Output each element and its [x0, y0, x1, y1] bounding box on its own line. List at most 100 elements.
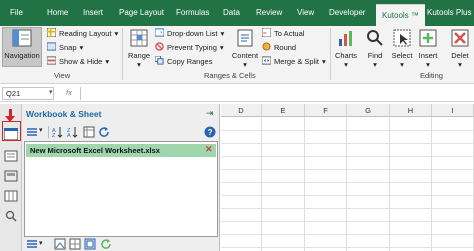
column-header-f[interactable]: F [305, 104, 347, 117]
dropdown-arrow-icon: ▾ [400, 60, 404, 69]
tab-developer[interactable]: Developer [329, 0, 365, 26]
charts-button[interactable]: Charts ▾ [333, 27, 359, 69]
list-view-icon[interactable] [26, 126, 38, 138]
column-list-icon[interactable] [4, 190, 18, 202]
ribbon: Navigation Reading Layout ▾ Snap ▾ Show & … [0, 26, 474, 84]
dropdown-arrow-icon: ▾ [373, 60, 377, 69]
charts-icon [339, 31, 352, 46]
column-header-h[interactable]: H [390, 104, 432, 117]
snap-icon [47, 42, 56, 51]
show-hide-icon [47, 56, 56, 65]
reading-layout-button[interactable]: Reading Layout ▾ [47, 28, 118, 40]
select-icon [393, 29, 411, 47]
grid-line [389, 117, 390, 251]
delete-button[interactable]: Delet ▾ [446, 27, 474, 69]
round-icon [262, 42, 271, 51]
dropdown-arrow-icon: ▾ [220, 29, 225, 38]
copy-ranges-icon [155, 56, 164, 65]
dropdown-arrow-icon: ▾ [114, 29, 119, 38]
merge-split-button[interactable]: Merge & Split ▾ [262, 56, 326, 68]
list-view-dropdown-icon[interactable]: ▾ [39, 126, 43, 134]
svg-text:?: ? [208, 128, 213, 137]
navigation-button[interactable]: Navigation [2, 27, 42, 60]
tab-review[interactable]: Review [256, 0, 282, 26]
content-icon [237, 29, 253, 47]
insert-button[interactable]: Insert ▾ [416, 27, 440, 69]
group-divider [122, 28, 123, 80]
workbook-list-item[interactable]: New Microsoft Excel Worksheet.xlsx ✕ [26, 144, 216, 157]
insert-label: Insert [418, 51, 438, 60]
delete-label: Delet [451, 51, 469, 60]
delete-icon [451, 29, 469, 47]
column-header-i[interactable]: I [432, 104, 474, 117]
dropdown-list-label: Drop-down List [167, 29, 218, 38]
sheet-preview-icon[interactable] [84, 238, 96, 250]
select-button[interactable]: Select ▾ [390, 27, 414, 69]
tab-page-layout[interactable]: Page Layout [119, 0, 164, 26]
show-hide-label: Show & Hide [59, 57, 103, 66]
range-icon [130, 29, 148, 47]
formula-input[interactable] [80, 87, 470, 100]
grid-line [221, 169, 474, 170]
column-header-d[interactable]: D [221, 104, 262, 117]
advanced-find-icon[interactable] [4, 210, 18, 222]
dropdown-arrow-icon: ▾ [105, 57, 110, 66]
close-workbook-icon[interactable]: ✕ [205, 144, 213, 155]
pane-title: Workbook & Sheet [26, 109, 102, 119]
tab-insert[interactable]: Insert [83, 0, 103, 26]
prevent-typing-label: Prevent Typing [167, 43, 217, 52]
tab-kutools[interactable]: Kutools ™ [376, 4, 425, 26]
grid-line [221, 247, 474, 248]
formula-bar: Q21 ▾ fx [0, 85, 474, 102]
sort-descending-icon[interactable]: ZA [67, 126, 79, 138]
sort-ascending-icon[interactable]: AZ [52, 126, 64, 138]
tab-formulas[interactable]: Formulas [176, 0, 209, 26]
tab-data[interactable]: Data [223, 0, 240, 26]
list-view-icon[interactable] [26, 238, 38, 250]
select-label: Select [391, 51, 413, 60]
list-view-dropdown-icon[interactable]: ▾ [39, 239, 43, 247]
round-button[interactable]: Round [262, 42, 296, 54]
range-button[interactable]: Range ▾ [126, 27, 152, 69]
dropdown-list-button[interactable]: Drop-down List ▾ [155, 28, 224, 40]
tab-file[interactable]: File [10, 0, 23, 26]
grid-line [221, 182, 474, 183]
name-box[interactable]: Q21 [2, 87, 54, 100]
content-label: Content [231, 51, 259, 60]
find-button[interactable]: Find ▾ [364, 27, 386, 69]
grid-line [221, 130, 474, 131]
name-manager-icon[interactable] [4, 170, 18, 182]
pin-icon[interactable]: ⇥ [206, 108, 214, 119]
round-label: Round [274, 43, 297, 52]
copy-ranges-button[interactable]: Copy Ranges [155, 56, 212, 68]
prevent-typing-button[interactable]: Prevent Typing ▾ [155, 42, 224, 54]
pane-bottom-toolbar: ▾ [24, 238, 218, 251]
help-icon[interactable]: ? [204, 126, 216, 138]
refresh-icon[interactable] [100, 238, 112, 250]
toggle-hidden-sheets-icon[interactable] [83, 126, 95, 138]
reading-layout-icon [47, 28, 56, 37]
tab-view[interactable]: View [297, 0, 314, 26]
autotext-icon[interactable] [4, 150, 18, 162]
name-box-dropdown-icon[interactable]: ▾ [49, 88, 53, 96]
worksheet-grid[interactable]: D E F G H I [221, 104, 474, 251]
to-actual-button[interactable]: = To Actual [262, 28, 304, 40]
snap-button[interactable]: Snap ▾ [47, 42, 83, 54]
sheet-layout-icon[interactable] [54, 238, 66, 250]
show-hide-button[interactable]: Show & Hide ▾ [47, 56, 109, 68]
find-label: Find [367, 51, 383, 60]
column-header-e[interactable]: E [262, 104, 305, 117]
tab-kutools-plus[interactable]: Kutools Plus [427, 0, 471, 26]
snap-label: Snap [59, 43, 77, 52]
tab-home[interactable]: Home [47, 0, 68, 26]
dropdown-arrow-icon: ▾ [137, 60, 141, 69]
content-button[interactable]: Content ▾ [230, 27, 260, 69]
grid-line [261, 117, 262, 251]
prevent-typing-icon [155, 42, 164, 51]
dropdown-list-icon [155, 28, 164, 37]
refresh-icon[interactable] [98, 126, 110, 138]
grid-line [221, 195, 474, 196]
column-header-g[interactable]: G [347, 104, 390, 117]
grid-view-icon[interactable] [69, 238, 81, 250]
find-icon [367, 30, 383, 46]
